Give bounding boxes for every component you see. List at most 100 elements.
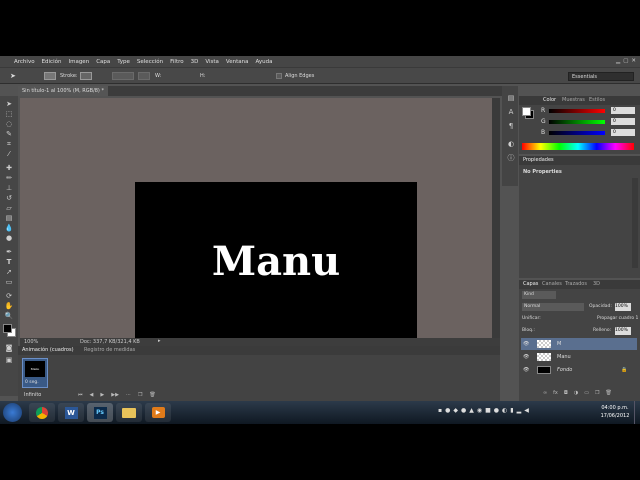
hand-icon[interactable]: ✋ (4, 302, 14, 310)
canvas-area[interactable]: Manu (20, 98, 492, 340)
link-icon[interactable]: ∞ (543, 390, 547, 398)
healing-icon[interactable]: ✚ (4, 164, 14, 172)
tray-icon-5[interactable]: ▲ (469, 407, 474, 417)
zoom-level[interactable]: 100% (24, 339, 38, 345)
path-select-icon[interactable]: ➚ (4, 268, 14, 276)
tab-3d[interactable]: 3D (593, 280, 600, 289)
adjust-panel-icon[interactable]: ◐ (506, 140, 516, 148)
shape-icon[interactable]: ▭ (4, 278, 14, 286)
layer-name[interactable]: Manu (557, 351, 571, 363)
visibility-eye-icon[interactable]: 👁 (523, 351, 529, 363)
history-brush-icon[interactable]: ↺ (4, 194, 14, 202)
layer-row[interactable]: 👁 Manu (521, 351, 637, 363)
tray-icon-7[interactable]: ■ (485, 407, 491, 417)
layer-row[interactable]: 👁 M (521, 338, 637, 350)
blend-mode-dropdown[interactable]: Normal (522, 303, 584, 311)
3d-rotate-icon[interactable]: ⟳ (4, 292, 14, 300)
zoom-icon[interactable]: 🔍 (4, 312, 14, 320)
brush-icon[interactable]: ✏ (4, 174, 14, 182)
blur-icon[interactable]: 💧 (4, 224, 14, 232)
eyedropper-icon[interactable]: ⁄ (4, 150, 14, 158)
tab-animation-frames[interactable]: Animación (cuadros) (22, 346, 74, 355)
tray-icon-8[interactable]: ● (494, 407, 499, 417)
document-canvas[interactable]: Manu (135, 182, 417, 340)
delete-frame-icon[interactable]: 🗑 (149, 392, 155, 399)
canvas-text-manu[interactable]: Manu (135, 182, 417, 340)
propagate-label[interactable]: Propagar cuadro 1 (597, 316, 638, 321)
status-arrow-icon[interactable]: ▸ (158, 338, 161, 344)
frame-delay[interactable]: 0 seg. (25, 380, 39, 385)
channel-g-slider[interactable] (549, 120, 605, 124)
opacity-field[interactable]: 100% (615, 303, 631, 311)
chrome-taskbar-button[interactable] (29, 403, 55, 422)
maximize-icon[interactable]: ▢ (623, 58, 628, 65)
tab-paths[interactable]: Trazados (565, 280, 587, 289)
lasso-icon[interactable]: ◌ (4, 120, 14, 128)
first-frame-icon[interactable]: ⏮ (78, 392, 83, 399)
animation-frame[interactable]: Manu 0 seg. (22, 358, 48, 388)
layer-name[interactable]: Fondo (557, 364, 572, 376)
menu-3d[interactable]: 3D (191, 59, 199, 65)
fill-swatch[interactable] (44, 72, 56, 80)
info-panel-icon[interactable]: ⓘ (506, 154, 516, 162)
stroke-type-dropdown[interactable] (138, 72, 150, 80)
channel-g-field[interactable]: 0 (611, 118, 635, 125)
menu-filtro[interactable]: Filtro (170, 59, 183, 65)
mask-icon[interactable]: ◘ (564, 390, 568, 398)
tab-channels[interactable]: Canales (542, 280, 562, 289)
adjustment-icon[interactable]: ◑ (574, 390, 578, 398)
tray-icon-10[interactable]: ▮ (510, 407, 513, 417)
gradient-icon[interactable]: ▤ (4, 214, 14, 222)
group-icon[interactable]: ▭ (584, 390, 589, 398)
channel-r-field[interactable]: 0 (611, 107, 635, 114)
duplicate-frame-icon[interactable]: ❐ (138, 392, 142, 399)
foreground-color-swatch[interactable] (3, 324, 12, 333)
screen-mode-icon[interactable]: ▣ (4, 356, 14, 364)
photoshop-taskbar-button[interactable]: Ps (87, 403, 113, 422)
character-panel-icon[interactable]: A (506, 108, 516, 116)
marquee-icon[interactable]: ⬚ (4, 110, 14, 118)
tab-styles[interactable]: Estilos (589, 96, 605, 105)
menu-edicion[interactable]: Edición (42, 59, 62, 65)
show-desktop-button[interactable] (634, 401, 640, 424)
visibility-eye-icon[interactable]: 👁 (523, 338, 529, 350)
network-icon[interactable]: ▂ (517, 407, 522, 417)
properties-scrollbar[interactable] (632, 178, 638, 268)
start-button[interactable] (3, 403, 22, 422)
loop-dropdown[interactable]: Infinito (24, 392, 41, 398)
layer-filter-kind[interactable]: Kind (522, 291, 556, 299)
tab-measurement-log[interactable]: Registro de medidas (84, 346, 135, 355)
minimize-icon[interactable]: ▁ (616, 58, 620, 65)
stroke-swatch[interactable] (80, 72, 92, 80)
tab-color[interactable]: Color (543, 96, 556, 105)
media-player-taskbar-button[interactable]: ▶ (145, 403, 171, 422)
menu-vista[interactable]: Vista (205, 59, 219, 65)
color-spectrum-bar[interactable] (522, 143, 634, 150)
tray-icon-6[interactable]: ◉ (477, 407, 482, 417)
play-icon[interactable]: ▶ (100, 392, 104, 399)
quick-mask-icon[interactable]: ◙ (4, 344, 14, 352)
word-taskbar-button[interactable]: W (58, 403, 84, 422)
move-icon[interactable]: ➤ (4, 100, 14, 108)
crop-icon[interactable]: ⌗ (4, 140, 14, 148)
tween-icon[interactable]: ⋯ (126, 392, 131, 399)
menu-ventana[interactable]: Ventana (226, 59, 249, 65)
color-fg-swatch[interactable] (522, 107, 531, 116)
new-layer-icon[interactable]: ❐ (595, 390, 599, 398)
fill-field[interactable]: 100% (615, 327, 631, 335)
channel-b-field[interactable]: 0 (611, 129, 635, 136)
properties-title[interactable]: Propiedades (523, 156, 554, 165)
tray-icon-3[interactable]: ◆ (453, 407, 458, 417)
eraser-icon[interactable]: ▱ (4, 204, 14, 212)
volume-icon[interactable]: ◀ (524, 407, 529, 417)
pen-icon[interactable]: ✒ (4, 248, 14, 256)
document-tab[interactable]: Sin título-1 al 100% (M, RGB/8) * (18, 86, 108, 96)
menu-capa[interactable]: Capa (96, 59, 110, 65)
paragraph-panel-icon[interactable]: ¶ (506, 122, 516, 130)
next-frame-icon[interactable]: ▶▶ (111, 392, 119, 399)
menu-seleccion[interactable]: Selección (137, 59, 163, 65)
align-edges-checkbox[interactable] (276, 73, 282, 79)
clock[interactable]: 04:00 p.m. 17/06/2012 (598, 404, 632, 422)
dodge-icon[interactable]: ● (4, 234, 14, 242)
explorer-taskbar-button[interactable] (116, 403, 142, 422)
